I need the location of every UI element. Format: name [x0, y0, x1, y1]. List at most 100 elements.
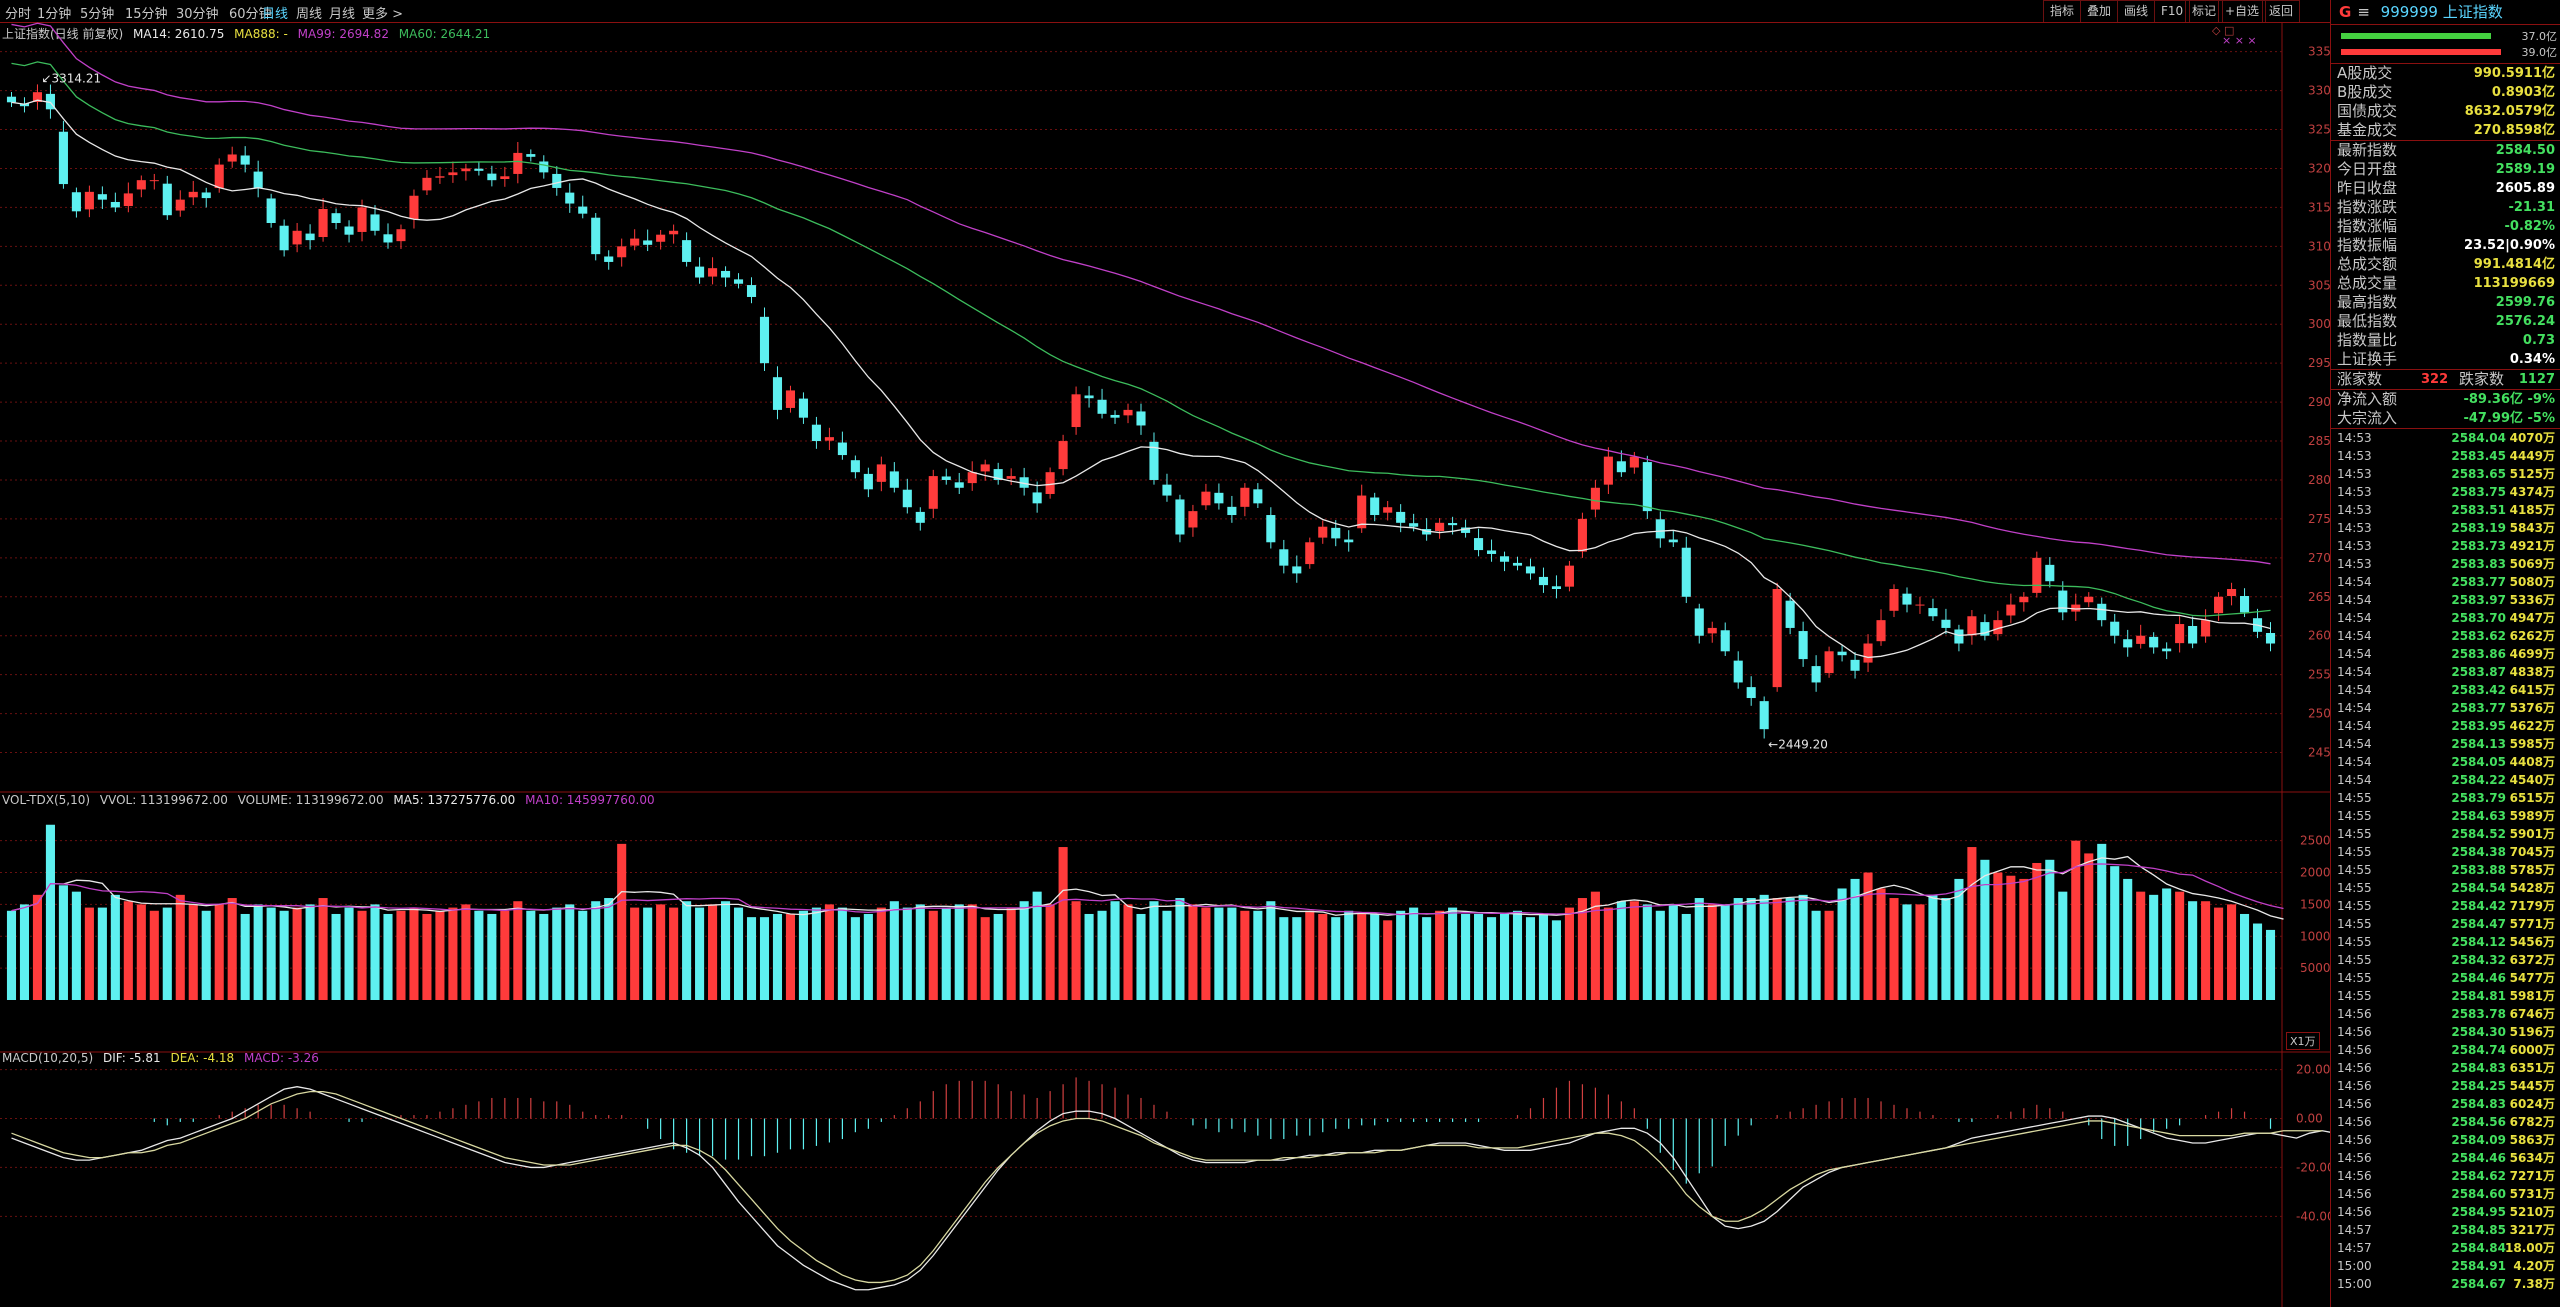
tick-price: 2584.62	[2451, 1169, 2506, 1183]
candle	[1811, 666, 1821, 683]
toolbar-button[interactable]: 返回	[2262, 0, 2301, 23]
tick-time: 14:55	[2337, 989, 2372, 1003]
toolbar-button[interactable]: 指标	[2043, 0, 2082, 23]
candle	[2214, 596, 2224, 614]
period-tab[interactable]: 日线	[262, 3, 288, 22]
candle	[1253, 489, 1263, 504]
stat-label: 指数涨跌	[2337, 198, 2398, 216]
volume-bar	[1058, 847, 1068, 1000]
tick-row: 14:56 2584.30 5196万	[2331, 1023, 2560, 1041]
tick-volume: 5843万	[2509, 521, 2555, 535]
vol-tick-label: 10000	[2300, 929, 2330, 943]
tick-list[interactable]: 14:53 2584.04 4070万 14:53 2583.45 4449万 14:53 2…	[2331, 429, 2560, 1293]
tick-volume: 6000万	[2509, 1043, 2555, 1057]
stat-value: -0.82%	[2504, 219, 2556, 234]
candle	[2084, 596, 2094, 603]
period-tab[interactable]: 5分钟	[80, 3, 114, 22]
volume-bar	[253, 904, 263, 1000]
candle	[2032, 557, 2042, 593]
tick-volume: 6351万	[2509, 1061, 2555, 1075]
tick-volume: 5210万	[2509, 1205, 2555, 1219]
tick-time: 14:53	[2337, 467, 2372, 481]
stat-row: 大宗流入 -47.99亿 -5%	[2331, 409, 2560, 428]
volume-bar	[1759, 894, 1769, 1000]
candle	[188, 191, 198, 198]
tick-row: 14:53 2583.19 5843万	[2331, 519, 2560, 537]
period-tab[interactable]: 30分钟	[176, 3, 219, 22]
volume-bar	[2019, 878, 2029, 1000]
toolbar-button[interactable]: 画线	[2117, 0, 2156, 23]
volume-bar	[941, 907, 951, 1000]
tick-time: 14:56	[2337, 1007, 2372, 1021]
tick-price: 2584.52	[2451, 827, 2506, 841]
candle	[58, 131, 68, 185]
tick-row: 14:54 2583.86 4699万	[2331, 645, 2560, 663]
volume-bar	[175, 894, 185, 1000]
kline-chart[interactable]: 3350 3300 3250 3200 3150 3100 3050 3000 2950 2900…	[0, 22, 2330, 1307]
candle	[1188, 511, 1198, 528]
volume-bar	[876, 907, 886, 1000]
menu-icon[interactable]: ≡	[2357, 3, 2370, 21]
volume-bar	[889, 901, 899, 1000]
volume-bar	[1564, 907, 1574, 1000]
tick-volume: 6746万	[2509, 1007, 2555, 1021]
volume-bar	[162, 907, 172, 1000]
tick-time: 14:54	[2337, 701, 2372, 715]
volume-bar	[733, 907, 744, 1000]
volume-bar	[2214, 907, 2224, 1000]
tick-time: 15:00	[2337, 1259, 2372, 1273]
volume-bar	[604, 898, 614, 1000]
candle	[461, 168, 471, 172]
candle	[1201, 491, 1211, 506]
candle	[97, 194, 107, 200]
stat-row: 总成交量 113199669	[2331, 274, 2560, 293]
tick-time: 14:55	[2337, 791, 2372, 805]
tick-price: 2584.12	[2451, 935, 2506, 949]
volume-bar	[708, 904, 718, 1000]
toolbar-button[interactable]: 叠加	[2080, 0, 2119, 23]
tick-row: 14:54 2583.42 6415万	[2331, 681, 2560, 699]
volume-bar	[344, 907, 354, 1000]
tick-time: 14:53	[2337, 431, 2372, 445]
volume-bar	[1435, 910, 1445, 1000]
tick-price: 2584.32	[2451, 953, 2506, 967]
volume-bar	[1902, 904, 1912, 1000]
toolbar-button[interactable]: +自选	[2218, 0, 2267, 23]
period-tab[interactable]: 月线	[329, 3, 355, 22]
candle	[617, 246, 627, 258]
candle	[2239, 596, 2250, 613]
candle	[669, 230, 679, 235]
stat-row: 指数量比 0.73	[2331, 331, 2560, 350]
volume-bar	[1383, 920, 1393, 1000]
candle	[1707, 627, 1717, 634]
tick-time: 14:54	[2337, 665, 2372, 679]
y-tick-label: 2850	[2308, 434, 2330, 448]
stat-value: 2584.50	[2495, 143, 2555, 158]
volume-bar	[1409, 907, 1419, 1000]
tick-row: 15:00 2584.91 4.20万	[2331, 1257, 2560, 1275]
period-tab[interactable]: 周线	[296, 3, 322, 22]
stat-value: 270.8598亿	[2473, 123, 2555, 138]
period-tab[interactable]: 更多 >	[362, 3, 403, 22]
tick-row: 14:53 2583.45 4449万	[2331, 447, 2560, 465]
candle	[591, 217, 601, 255]
tick-price: 2583.78	[2451, 1007, 2506, 1021]
tick-volume: 7179万	[2509, 899, 2555, 913]
volume-bar	[915, 904, 925, 1000]
volume-bar	[84, 907, 94, 1000]
volume-bar	[240, 913, 250, 1000]
volume-bar	[1279, 917, 1289, 1000]
candle	[2097, 603, 2107, 621]
candle	[928, 476, 938, 509]
volume-bar	[6, 910, 17, 1000]
volume-bar	[305, 904, 315, 1000]
candle	[837, 442, 847, 456]
volume-bar	[1474, 913, 1484, 1000]
tick-volume: 5445万	[2509, 1079, 2555, 1093]
volume-bar	[1837, 888, 1847, 1000]
candle	[292, 230, 302, 245]
period-tab[interactable]: 分时	[5, 3, 31, 22]
period-tab[interactable]: 15分钟	[125, 3, 168, 22]
tick-time: 14:56	[2337, 1079, 2372, 1093]
period-tab[interactable]: 1分钟	[37, 3, 71, 22]
